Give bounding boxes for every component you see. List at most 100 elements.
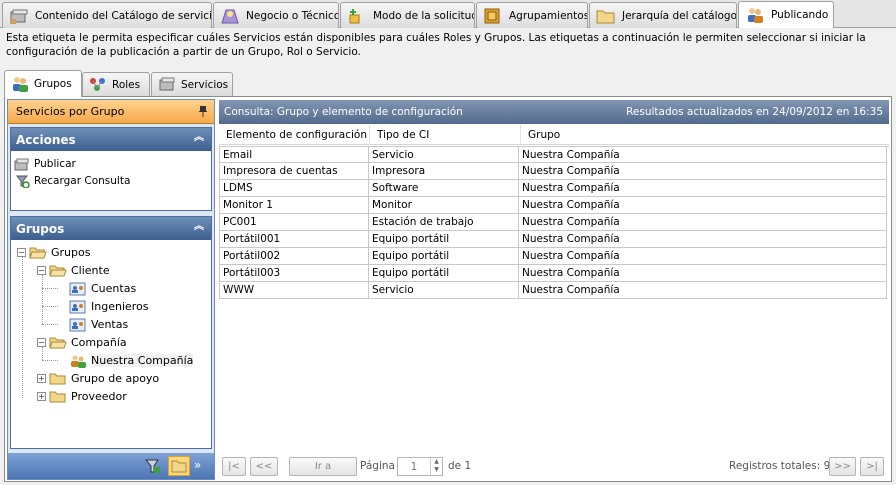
collapse-toggle[interactable]: − [37, 266, 46, 275]
results-timestamp: Resultados actualizados en 24/09/2012 en… [626, 106, 883, 118]
reload-query-action[interactable]: Recargar Consulta [11, 172, 211, 189]
tree-label: Grupo de apoyo [71, 372, 160, 385]
tree-node[interactable]: Ventas [69, 316, 128, 333]
tab-services[interactable]: Servicios [151, 72, 233, 96]
tree-label: Compañía [71, 336, 127, 349]
table-row[interactable]: LDMS Software Nuestra Compañía [219, 180, 889, 197]
column-header[interactable]: Grupo [521, 125, 889, 144]
expand-toggle[interactable]: + [37, 392, 46, 401]
tab-catalog-hierarchy[interactable]: Jerarquía del catálogo [589, 2, 737, 28]
tab-groups[interactable]: Grupos [4, 70, 82, 97]
table-cell: Portátil002 [219, 248, 369, 265]
next-page-button[interactable]: >> [829, 457, 856, 476]
column-header[interactable]: Tipo de CI [370, 125, 521, 144]
collapse-icon[interactable]: ︽ [193, 222, 205, 234]
tab-groupings[interactable]: Agrupamientos [476, 2, 588, 28]
table-row[interactable]: Portátil002 Equipo portátil Nuestra Comp… [219, 248, 889, 265]
table-cell: Nuestra Compañía [519, 197, 887, 214]
users-icon [745, 6, 765, 24]
column-header[interactable]: Elemento de configuración [219, 125, 370, 144]
tree-node[interactable]: Cuentas [69, 280, 136, 297]
services-icon [158, 76, 176, 94]
publish-action[interactable]: Publicar [11, 155, 211, 172]
expand-more-icon[interactable]: » [194, 457, 212, 475]
left-pane-header: Servicios por Grupo [8, 100, 214, 124]
reload-label: Recargar Consulta [34, 174, 131, 187]
group-card-icon [69, 300, 87, 314]
roles-icon [89, 76, 107, 94]
table-cell: Equipo portátil [369, 265, 519, 282]
folder-icon[interactable] [168, 456, 190, 476]
catalog-icon [9, 7, 29, 25]
filter-icon[interactable] [144, 457, 162, 475]
tree-node-selected[interactable]: Nuestra Compañía [69, 352, 194, 369]
expand-toggle[interactable]: + [37, 374, 46, 383]
left-pane-footer: » [8, 453, 214, 479]
tab-request-mode[interactable]: Modo de la solicitud [340, 2, 475, 28]
table-cell: Nuestra Compañía [519, 265, 887, 282]
tree-node[interactable]: Ingenieros [69, 298, 149, 315]
tree-node[interactable]: − Compañía [37, 334, 127, 351]
page-number-input[interactable]: 1 ▲ ▼ [397, 457, 443, 476]
table-row[interactable]: WWW Servicio Nuestra Compañía [219, 282, 889, 299]
tab-catalog-content[interactable]: Contenido del Catálogo de servicios [2, 2, 212, 28]
table-cell: Email [219, 147, 369, 163]
description-text: Esta etiqueta le permita especificar cuá… [6, 32, 866, 58]
pin-icon[interactable] [199, 106, 207, 117]
open-folder-icon [29, 246, 47, 260]
last-page-button[interactable]: >| [860, 457, 884, 476]
tab-publishing[interactable]: Publicando [738, 1, 834, 28]
tree-node[interactable]: + Grupo de apoyo [37, 370, 159, 387]
folder-icon [49, 372, 67, 386]
page-spinner[interactable]: ▲ ▼ [430, 458, 442, 475]
top-tab-strip: Contenido del Catálogo de servicios Nego… [0, 0, 896, 28]
table-cell: Nuestra Compañía [519, 231, 887, 248]
table-row[interactable]: Portátil001 Equipo portátil Nuestra Comp… [219, 231, 889, 248]
goto-page-button[interactable]: Ir a [289, 457, 357, 476]
company-users-icon [69, 354, 87, 368]
collapse-icon[interactable]: ︽ [193, 133, 205, 145]
collapse-toggle[interactable]: − [17, 248, 26, 257]
prev-page-button[interactable]: << [250, 457, 278, 476]
table-row[interactable]: Impresora de cuentas Impresora Nuestra C… [219, 163, 889, 180]
table-cell: Nuestra Compañía [519, 180, 887, 197]
page-number-value: 1 [410, 460, 418, 473]
grouping-icon [483, 7, 503, 25]
tree-node[interactable]: + Proveedor [37, 388, 127, 405]
tab-label: Servicios [181, 78, 229, 91]
total-records: Registros totales: 9 [729, 460, 831, 472]
table-cell: Impresora [369, 163, 519, 180]
left-pane: Servicios por Grupo Acciones ︽ Publicar … [7, 99, 215, 480]
tree-node[interactable]: − Grupos [17, 244, 90, 261]
table-cell: Software [369, 180, 519, 197]
tab-label: Negocio o Técnico [246, 9, 339, 22]
group-card-icon [69, 318, 87, 332]
table-cell: Portátil003 [219, 265, 369, 282]
table-cell: WWW [219, 282, 369, 299]
table-cell: Portátil001 [219, 231, 369, 248]
table-cell: PC001 [219, 214, 369, 231]
table-row[interactable]: Portátil003 Equipo portátil Nuestra Comp… [219, 265, 889, 282]
folder-icon [596, 7, 616, 25]
results-table: Elemento de configuración Tipo de CI Gru… [219, 125, 889, 299]
table-row[interactable]: Monitor 1 Monitor Nuestra Compañía [219, 197, 889, 214]
table-row[interactable]: PC001 Estación de trabajo Nuestra Compañ… [219, 214, 889, 231]
table-cell: Impresora de cuentas [219, 163, 369, 180]
actions-header[interactable]: Acciones ︽ [11, 128, 211, 151]
tree-label: Proveedor [71, 390, 127, 403]
tree-label: Ingenieros [91, 300, 149, 313]
tab-roles[interactable]: Roles [82, 72, 150, 96]
table-row[interactable]: Email Servicio Nuestra Compañía [219, 146, 889, 163]
tab-label: Jerarquía del catálogo [622, 9, 737, 22]
groups-tree: − Grupos − Cliente Cuentas Ingenieros Ve… [11, 240, 211, 403]
page-count: de 1 [448, 460, 472, 472]
users-icon [11, 75, 29, 93]
tree-label: Cuentas [91, 282, 137, 295]
first-page-button[interactable]: |< [222, 457, 246, 476]
tree-node[interactable]: − Cliente [37, 262, 110, 279]
tab-business-technical[interactable]: Negocio o Técnico [213, 2, 339, 28]
collapse-toggle[interactable]: − [37, 338, 46, 347]
pager: |< << Ir a Página 1 ▲ ▼ de 1 Registros to… [219, 456, 889, 478]
groups-header[interactable]: Grupos ︽ [11, 217, 211, 240]
actions-panel: Acciones ︽ Publicar Recargar Consulta [10, 127, 212, 211]
